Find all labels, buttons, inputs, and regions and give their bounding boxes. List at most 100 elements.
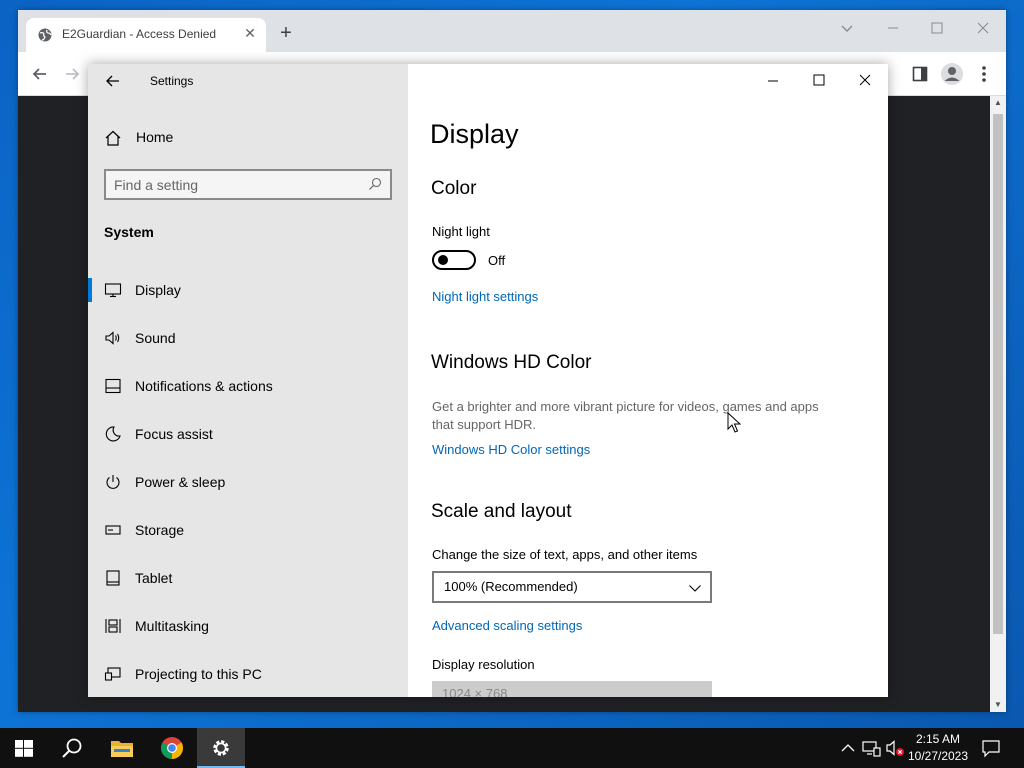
sidebar-item-label: Power & sleep	[135, 474, 226, 490]
scale-dropdown[interactable]: 100% (Recommended)	[432, 571, 712, 603]
sidebar-item-label: Projecting to this PC	[135, 666, 262, 682]
maximize-icon[interactable]	[796, 64, 842, 96]
search-icon	[369, 177, 382, 190]
system-clock[interactable]: 2:15 AM 10/27/2023	[904, 731, 972, 765]
power-icon	[106, 475, 120, 489]
chrome-button[interactable]	[148, 728, 196, 768]
sidebar-item-focus-assist[interactable]: Focus assist	[88, 416, 408, 452]
chrome-icon	[161, 737, 183, 759]
hd-color-heading: Windows HD Color	[431, 352, 592, 373]
chevron-down-icon	[689, 585, 701, 592]
back-icon[interactable]	[30, 64, 50, 84]
search-input[interactable]	[114, 175, 354, 195]
settings-taskbar-button[interactable]	[197, 728, 245, 768]
home-label: Home	[136, 129, 174, 145]
notifications-icon	[105, 378, 121, 394]
sidebar-item-tablet[interactable]: Tablet	[88, 560, 408, 596]
action-center-icon[interactable]	[981, 738, 1001, 758]
maximize-icon[interactable]	[924, 16, 950, 40]
scale-value: 100% (Recommended)	[444, 579, 578, 594]
scale-heading: Scale and layout	[431, 501, 572, 522]
forward-icon[interactable]	[62, 64, 82, 84]
file-explorer-button[interactable]	[98, 728, 146, 768]
chrome-tab-bar: E2Guardian - Access Denied ✕ +	[18, 10, 1006, 52]
start-button[interactable]	[0, 728, 48, 768]
chevron-up-icon[interactable]	[838, 738, 858, 758]
sidebar-item-label: Tablet	[135, 570, 173, 586]
hd-color-description-2: that support HDR.	[432, 417, 537, 432]
resolution-label: Display resolution	[432, 657, 535, 672]
mouse-cursor-icon	[727, 412, 741, 433]
sidebar-item-notifications[interactable]: Notifications & actions	[88, 368, 408, 404]
resolution-value: 1024 × 768	[442, 686, 508, 697]
sidebar-item-power-sleep[interactable]: Power & sleep	[88, 464, 408, 500]
gear-icon	[213, 740, 229, 756]
more-options-icon[interactable]	[976, 64, 992, 84]
night-light-settings-link[interactable]: Night light settings	[432, 289, 538, 304]
browser-tab-title: E2Guardian - Access Denied	[62, 27, 217, 41]
windows-logo-icon	[15, 740, 33, 757]
home-nav-item[interactable]: Home	[88, 122, 408, 154]
search-box[interactable]	[104, 169, 392, 200]
hd-color-description: Get a brighter and more vibrant picture …	[432, 399, 819, 414]
speaker-icon	[105, 331, 120, 345]
network-icon[interactable]	[861, 738, 881, 758]
advanced-scaling-link[interactable]: Advanced scaling settings	[432, 618, 582, 633]
night-light-label: Night light	[432, 224, 490, 239]
projector-icon	[104, 667, 121, 681]
taskbar: 2:15 AM 10/27/2023	[0, 728, 1024, 768]
sidebar-item-multitasking[interactable]: Multitasking	[88, 608, 408, 644]
tab-close-icon[interactable]: ✕	[242, 25, 258, 41]
minimize-icon[interactable]	[880, 16, 906, 40]
tab-search-icon[interactable]	[834, 16, 860, 40]
settings-content: Display Color Night light Off Night ligh…	[408, 64, 888, 697]
new-tab-button[interactable]: +	[276, 23, 296, 44]
tablet-icon	[106, 570, 120, 586]
home-icon	[105, 130, 121, 146]
close-icon[interactable]	[970, 16, 996, 40]
settings-sidebar: Settings Home System Display	[88, 64, 408, 697]
volume-muted-icon[interactable]	[885, 738, 905, 758]
sidebar-item-sound[interactable]: Sound	[88, 320, 408, 356]
sidebar-item-label: Focus assist	[135, 426, 213, 442]
night-light-toggle[interactable]	[432, 250, 476, 270]
sidebar-item-label: Display	[135, 282, 181, 298]
resolution-dropdown[interactable]: 1024 × 768	[432, 681, 712, 697]
settings-window: Settings Home System Display	[88, 64, 888, 697]
folder-icon	[111, 741, 133, 757]
multitasking-icon	[105, 619, 121, 633]
sidebar-item-label: Notifications & actions	[135, 378, 273, 394]
clock-date: 10/27/2023	[907, 749, 969, 763]
search-button[interactable]	[48, 728, 96, 768]
sidebar-item-label: Multitasking	[135, 618, 209, 634]
globe-icon	[38, 28, 52, 42]
scroll-up-icon[interactable]: ▲	[990, 96, 1006, 110]
scrollbar-thumb[interactable]	[993, 114, 1003, 634]
profile-avatar-icon[interactable]	[940, 62, 964, 86]
night-light-state: Off	[488, 253, 506, 268]
hd-color-settings-link[interactable]: Windows HD Color settings	[432, 442, 590, 457]
page-title: Display	[430, 119, 519, 149]
sidebar-item-label: Sound	[135, 330, 176, 346]
search-icon	[62, 738, 82, 758]
storage-icon	[105, 525, 121, 535]
toggle-knob	[438, 255, 448, 265]
window-title: Settings	[150, 74, 194, 88]
sidebar-item-projecting[interactable]: Projecting to this PC	[88, 656, 408, 692]
monitor-icon	[104, 283, 122, 298]
sidebar-item-display[interactable]: Display	[88, 272, 408, 308]
sidebar-item-storage[interactable]: Storage	[88, 512, 408, 548]
close-icon[interactable]	[842, 64, 888, 96]
browser-tab[interactable]: E2Guardian - Access Denied ✕	[26, 18, 266, 52]
moon-icon	[105, 426, 121, 442]
minimize-icon[interactable]	[750, 64, 796, 96]
section-header: System	[104, 224, 154, 240]
color-heading: Color	[431, 178, 477, 199]
back-arrow-icon[interactable]	[102, 70, 124, 92]
scale-label: Change the size of text, apps, and other…	[432, 547, 698, 562]
clock-time: 2:15 AM	[915, 732, 961, 746]
scroll-down-icon[interactable]: ▼	[990, 698, 1006, 712]
side-panel-icon[interactable]	[912, 66, 928, 82]
sidebar-item-label: Storage	[135, 522, 185, 538]
browser-scrollbar[interactable]: ▲ ▼	[990, 96, 1006, 712]
